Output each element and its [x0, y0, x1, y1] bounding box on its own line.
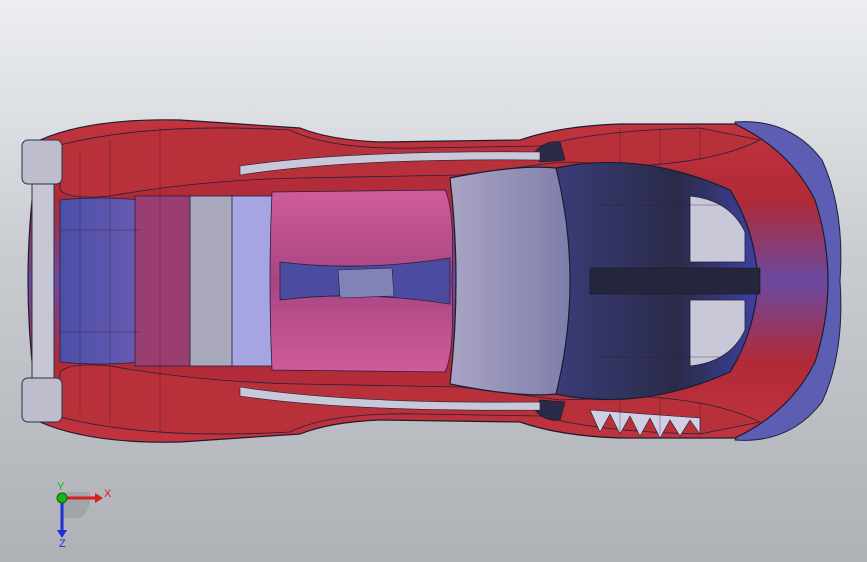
car-model-top-view[interactable] — [0, 0, 867, 562]
graphics-viewport[interactable]: X Z Y — [0, 0, 867, 562]
x-axis-label: X — [104, 488, 112, 500]
rear-wing-endplate-top[interactable] — [21, 139, 63, 185]
hood-center-ridge[interactable] — [589, 267, 761, 295]
y-axis-label: Y — [57, 481, 65, 493]
y-axis-dot — [56, 492, 68, 504]
roll-hoop[interactable] — [231, 195, 277, 367]
rear-window[interactable] — [134, 195, 196, 367]
rear-deck[interactable] — [59, 197, 141, 365]
z-axis-arrowhead — [57, 530, 67, 538]
roof-scoop[interactable] — [337, 267, 395, 299]
coordinate-triad: X Z Y — [56, 481, 112, 548]
x-axis-arrowhead — [95, 493, 103, 503]
rear-pillar[interactable] — [189, 195, 235, 367]
z-axis-label: Z — [59, 538, 66, 548]
rear-wing[interactable] — [31, 149, 55, 413]
rear-wing-endplate-bottom[interactable] — [21, 377, 63, 423]
windshield[interactable] — [449, 166, 581, 396]
